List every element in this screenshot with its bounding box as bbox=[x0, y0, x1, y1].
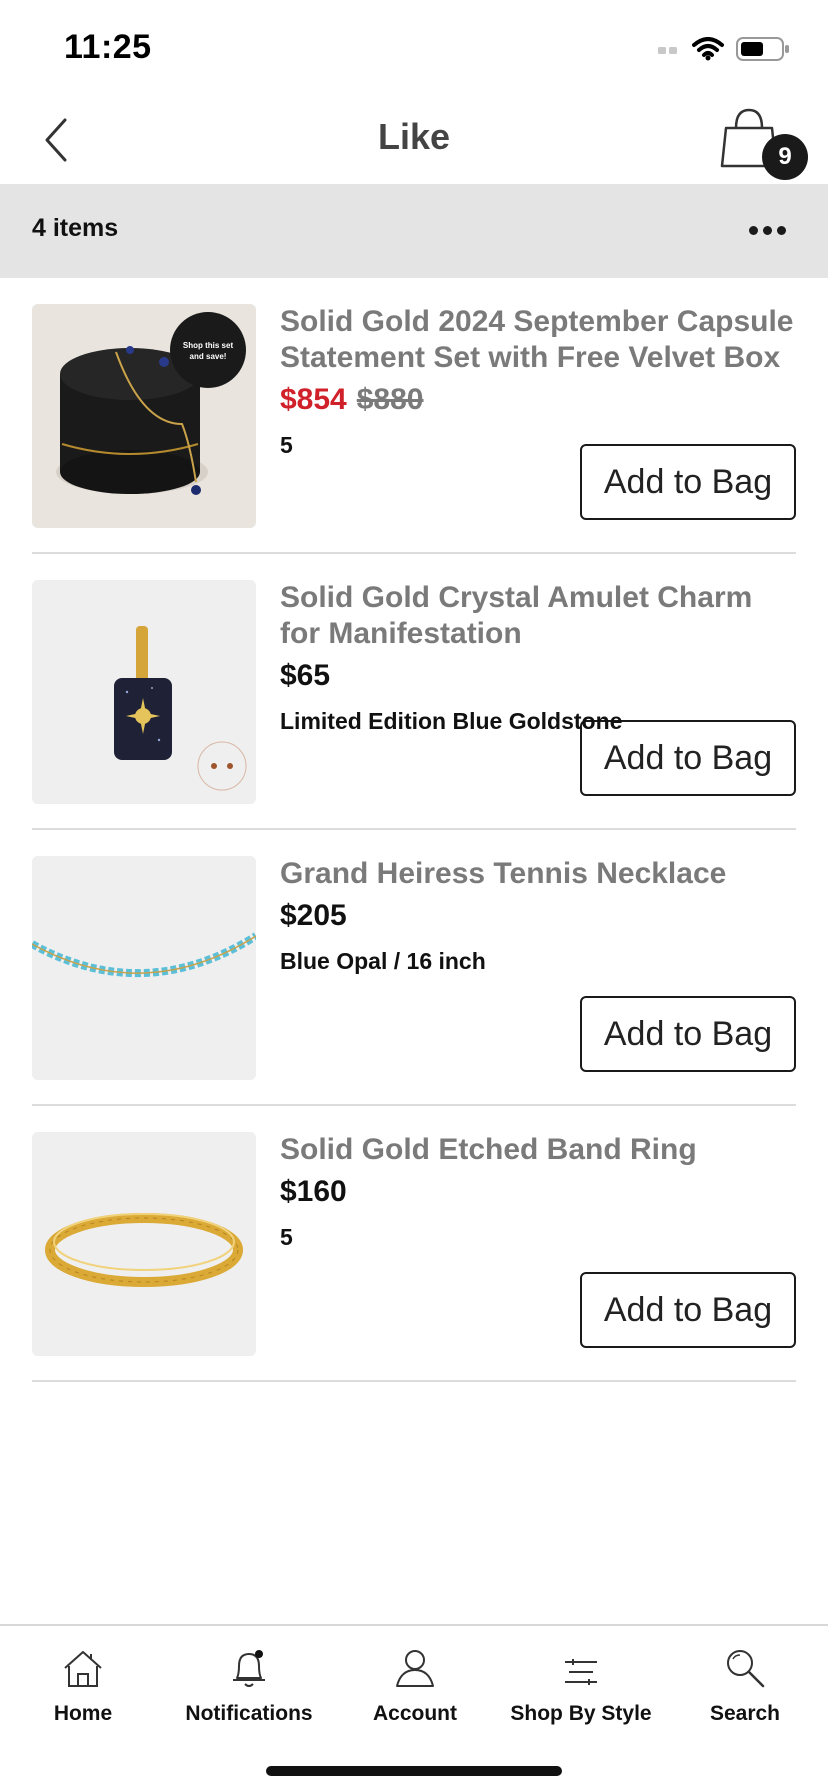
battery-icon bbox=[736, 36, 790, 67]
product-row[interactable]: Shop this set and save! Solid Gold 2024 … bbox=[32, 278, 796, 554]
home-indicator bbox=[266, 1766, 562, 1776]
product-price: $205 bbox=[280, 899, 347, 932]
product-row[interactable]: Solid Gold Etched Band Ring $160 5 Add t… bbox=[32, 1106, 796, 1382]
original-price: $880 bbox=[356, 383, 424, 416]
product-image[interactable] bbox=[32, 580, 256, 804]
nav-bar: Like 9 bbox=[0, 96, 828, 184]
product-variant: 5 bbox=[280, 432, 293, 458]
product-info: Solid Gold Crystal Amulet Charm for Mani… bbox=[280, 580, 796, 735]
add-to-bag-button[interactable]: Add to Bag bbox=[580, 996, 796, 1072]
product-name[interactable]: Solid Gold Crystal Amulet Charm for Mani… bbox=[280, 580, 796, 652]
product-image[interactable] bbox=[32, 856, 256, 1080]
more-dot bbox=[762, 225, 772, 235]
product-name[interactable]: Solid Gold Etched Band Ring bbox=[280, 1132, 796, 1168]
home-icon bbox=[0, 1640, 166, 1690]
product-info: Grand Heiress Tennis Necklace $205 Blue … bbox=[280, 856, 796, 975]
items-header: 4 items bbox=[0, 184, 828, 278]
product-info: Solid Gold Etched Band Ring $160 5 bbox=[280, 1132, 796, 1251]
tab-search[interactable]: Search bbox=[662, 1640, 828, 1750]
product-variant: 5 bbox=[280, 1224, 293, 1250]
page-title: Like bbox=[377, 116, 451, 157]
more-dot bbox=[776, 225, 786, 235]
cart-count-badge: 9 bbox=[762, 134, 808, 180]
signal-icon bbox=[658, 43, 680, 61]
more-options-button[interactable] bbox=[742, 208, 792, 252]
status-bar: 11:25 bbox=[0, 0, 828, 96]
status-icons bbox=[658, 36, 790, 67]
image-badge-text: and save! bbox=[190, 352, 227, 361]
bell-icon bbox=[166, 1640, 332, 1690]
product-row[interactable]: Grand Heiress Tennis Necklace $205 Blue … bbox=[32, 830, 796, 1106]
sale-price: $854 bbox=[280, 383, 347, 416]
tab-label: Notifications bbox=[185, 1702, 313, 1725]
tab-home[interactable]: Home bbox=[0, 1640, 166, 1750]
product-image[interactable] bbox=[32, 1132, 256, 1356]
product-image[interactable]: Shop this set and save! bbox=[32, 304, 256, 528]
tab-shop-by-style[interactable]: Shop By Style bbox=[498, 1640, 664, 1750]
product-row[interactable]: Solid Gold Crystal Amulet Charm for Mani… bbox=[32, 554, 796, 830]
product-name[interactable]: Grand Heiress Tennis Necklace bbox=[280, 856, 796, 892]
product-variant: Limited Edition Blue Goldstone bbox=[280, 708, 623, 734]
tab-label: Account bbox=[373, 1702, 457, 1725]
tab-notifications[interactable]: Notifications bbox=[166, 1640, 332, 1750]
user-icon bbox=[332, 1640, 498, 1690]
add-to-bag-button[interactable]: Add to Bag bbox=[580, 1272, 796, 1348]
product-price: $160 bbox=[280, 1175, 347, 1208]
search-icon bbox=[662, 1640, 828, 1690]
tab-label: Shop By Style bbox=[510, 1702, 652, 1725]
price-line: $854 $880 bbox=[280, 382, 796, 418]
tab-account[interactable]: Account bbox=[332, 1640, 498, 1750]
product-name[interactable]: Solid Gold 2024 September Capsule Statem… bbox=[280, 304, 796, 376]
product-price: $65 bbox=[280, 659, 331, 692]
status-time: 11:25 bbox=[64, 28, 152, 66]
more-dots-icon bbox=[748, 225, 758, 235]
image-badge-text: Shop this set bbox=[183, 341, 234, 350]
product-list: Shop this set and save! Solid Gold 2024 … bbox=[32, 278, 796, 1382]
style-icon bbox=[498, 1640, 664, 1690]
cart-button[interactable]: 9 bbox=[716, 104, 808, 184]
tab-label: Home bbox=[53, 1702, 113, 1725]
wifi-icon bbox=[692, 37, 724, 66]
tab-label: Search bbox=[709, 1702, 781, 1725]
product-info: Solid Gold 2024 September Capsule Statem… bbox=[280, 304, 796, 459]
product-variant: Blue Opal / 16 inch bbox=[280, 948, 486, 974]
items-count: 4 items bbox=[32, 214, 119, 242]
